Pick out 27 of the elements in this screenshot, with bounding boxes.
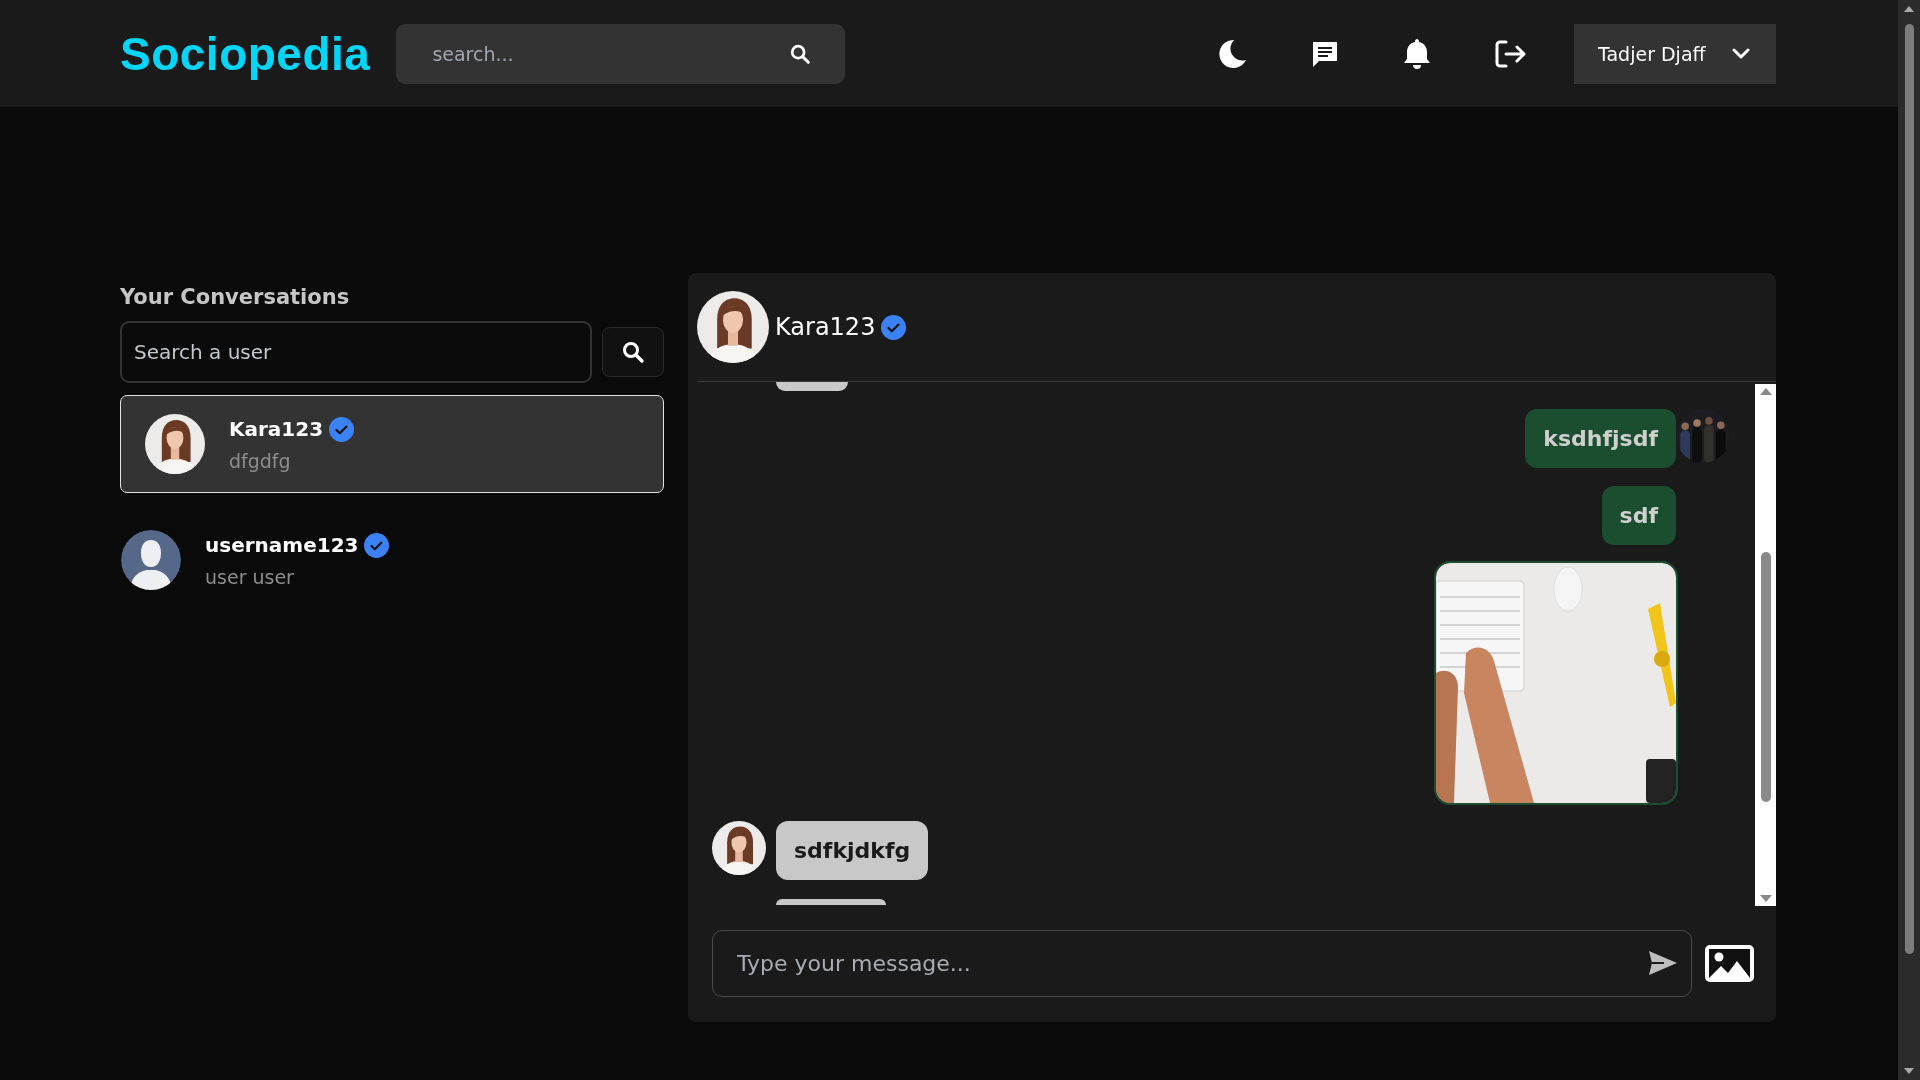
user-dropdown[interactable]: Tadjer Djaff (1574, 23, 1776, 84)
bell-icon[interactable] (1402, 36, 1432, 71)
message-bubble: sdf (1601, 486, 1676, 545)
scrollbar[interactable] (1755, 384, 1776, 906)
message-bubble: ksdhfjsdf (1525, 409, 1676, 468)
chevron-down-icon[interactable] (1732, 47, 1750, 60)
message-field[interactable]: Type your message... (712, 930, 1692, 997)
message-preview: user user (205, 565, 295, 588)
section-title: Your Conversations (120, 285, 351, 309)
user-name: Kara123 (229, 417, 324, 441)
user-name: Kara123 (775, 313, 876, 341)
avatar-icon (121, 530, 181, 590)
search-button[interactable] (602, 327, 664, 377)
message-bubble: sdfkjdkfg (776, 821, 929, 880)
search-field[interactable]: Search a user (120, 321, 592, 383)
logout-icon[interactable] (1494, 38, 1528, 69)
conversation-item[interactable]: Kara123 dfgdfg (120, 395, 664, 493)
search-icon (621, 340, 645, 364)
image-icon[interactable] (1705, 945, 1754, 982)
conversation-item[interactable]: username123 user user (120, 511, 664, 609)
logo[interactable]: Sociopedia (120, 26, 371, 81)
search-field[interactable]: search... (396, 23, 846, 84)
message-preview: dfgdfg (229, 449, 292, 472)
search-icon[interactable] (789, 42, 812, 65)
scrollbar[interactable] (1898, 0, 1920, 1080)
send-icon[interactable] (1648, 950, 1678, 976)
user-name: username123 (205, 533, 359, 557)
